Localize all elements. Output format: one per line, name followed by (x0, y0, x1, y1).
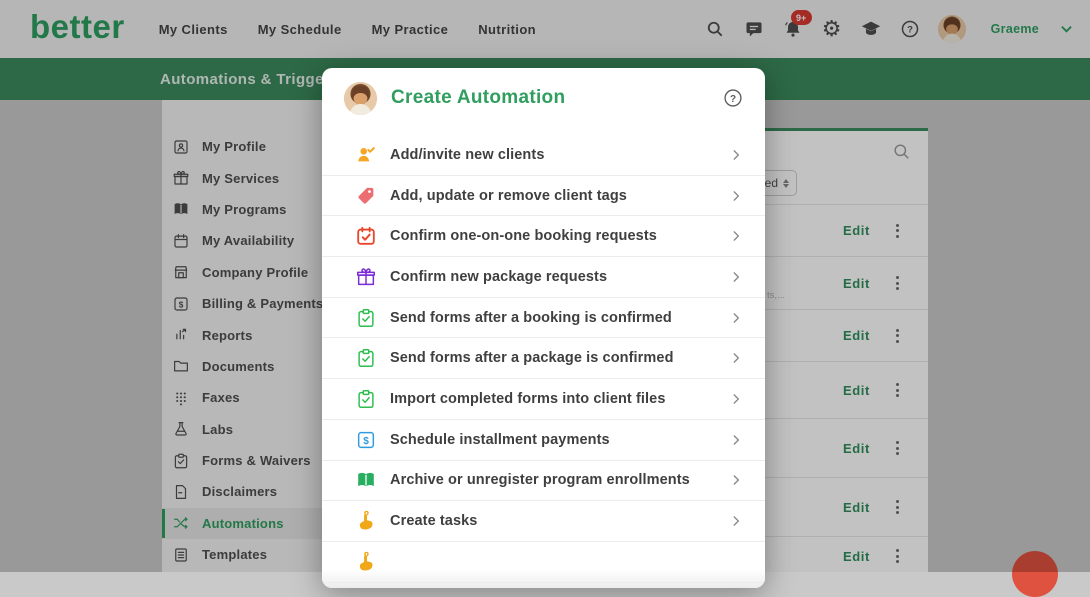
automation-option-label: Create tasks (390, 513, 477, 529)
hand-task-icon (355, 510, 377, 532)
chevron-right-icon (729, 270, 743, 284)
svg-text:$: $ (363, 436, 369, 447)
automation-option-add-update-or-remove-client-tags[interactable]: Add, update or remove client tags (322, 176, 765, 217)
chevron-right-icon (729, 392, 743, 406)
gift-icon (355, 266, 377, 288)
automation-option-archive-or-unregister-program-enrollments[interactable]: Archive or unregister program enrollment… (322, 461, 765, 502)
modal-header: Create Automation ? (322, 68, 765, 128)
automation-option-label: Send forms after a booking is confirmed (390, 310, 672, 326)
create-automation-modal: Create Automation ? Add/invite new clien… (322, 68, 765, 588)
automation-option-label: Archive or unregister program enrollment… (390, 472, 690, 488)
modal-title: Create Automation (391, 87, 565, 109)
chevron-right-icon (729, 311, 743, 325)
clipboard-check-icon (355, 388, 377, 410)
svg-text:?: ? (730, 94, 736, 105)
dollar-square-icon: $ (355, 429, 377, 451)
clipboard-check-icon (355, 307, 377, 329)
automation-options-list: Add/invite new clients Add, update or rem… (322, 135, 765, 583)
chevron-right-icon (729, 473, 743, 487)
automation-option-label: Import completed forms into client files (390, 391, 666, 407)
chevron-right-icon (729, 514, 743, 528)
automation-option-confirm-one-on-one-booking-requests[interactable]: Confirm one-on-one booking requests (322, 216, 765, 257)
automation-option-send-forms-after-a-package-is-confirmed[interactable]: Send forms after a package is confirmed (322, 338, 765, 379)
book-icon (355, 469, 377, 491)
automation-option-label: Confirm new package requests (390, 269, 607, 285)
calendar-check-icon (355, 225, 377, 247)
automation-option-create-tasks[interactable]: Create tasks (322, 501, 765, 542)
automation-option-confirm-new-package-requests[interactable]: Confirm new package requests (322, 257, 765, 298)
user-avatar (344, 82, 377, 115)
automation-option-schedule-installment-payments[interactable]: $ Schedule installment payments (322, 420, 765, 461)
chevron-right-icon (729, 229, 743, 243)
automation-option-add-invite-new-clients[interactable]: Add/invite new clients (322, 135, 765, 176)
chevron-right-icon (729, 189, 743, 203)
automation-option-label: Add/invite new clients (390, 147, 544, 163)
automation-option-label: Confirm one-on-one booking requests (390, 228, 657, 244)
chevron-right-icon (729, 148, 743, 162)
clipboard-check-icon (355, 347, 377, 369)
scroll-fade (322, 570, 765, 588)
automation-option-import-completed-forms-into-client-files[interactable]: Import completed forms into client files (322, 379, 765, 420)
help-icon[interactable]: ? (723, 88, 743, 108)
tag-icon (355, 185, 377, 207)
automation-option-label: Send forms after a package is confirmed (390, 350, 674, 366)
chevron-right-icon (729, 351, 743, 365)
automation-option-send-forms-after-a-booking-is-confirmed[interactable]: Send forms after a booking is confirmed (322, 298, 765, 339)
chevron-right-icon (729, 433, 743, 447)
person-check-icon (355, 144, 377, 166)
automation-option-label: Schedule installment payments (390, 432, 610, 448)
automation-option-label: Add, update or remove client tags (390, 188, 627, 204)
